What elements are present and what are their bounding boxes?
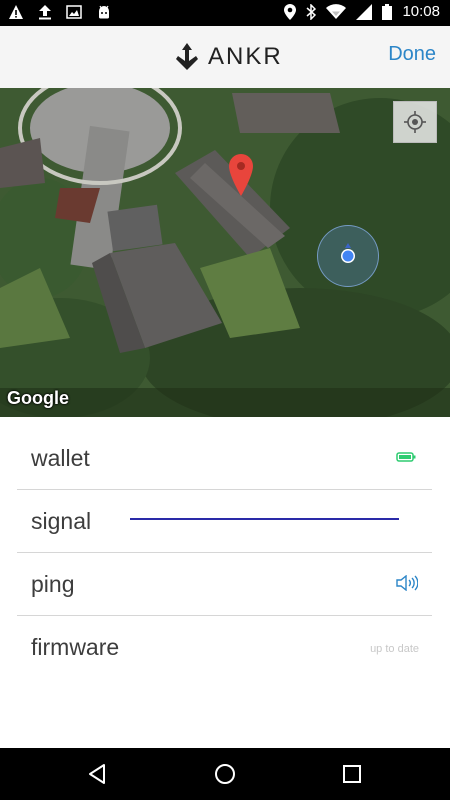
- navigation-bar: [0, 748, 450, 800]
- signal-icon: [356, 3, 373, 20]
- bluetooth-icon: [306, 3, 317, 20]
- warning-icon: [9, 5, 23, 19]
- speaker-icon[interactable]: [396, 575, 418, 591]
- back-icon[interactable]: [86, 762, 110, 786]
- home-icon[interactable]: [213, 762, 237, 786]
- android-icon: [99, 5, 109, 19]
- satellite-map[interactable]: Google: [0, 88, 450, 417]
- ping-label: ping: [31, 571, 75, 597]
- upload-icon: [39, 5, 51, 20]
- status-bar: 10:08: [0, 0, 450, 26]
- brand-name: ANKR: [208, 43, 283, 70]
- wallet-label: wallet: [31, 445, 90, 471]
- image-icon: [66, 5, 82, 19]
- wifi-icon: [326, 3, 347, 19]
- firmware-status: up to date: [370, 643, 419, 655]
- done-button[interactable]: Done: [388, 43, 436, 66]
- firmware-label: firmware: [31, 634, 120, 660]
- map-imagery: [0, 88, 450, 417]
- wallet-row[interactable]: wallet: [17, 427, 432, 490]
- status-time: 10:08: [402, 3, 440, 20]
- app-header: ANKR Done: [0, 26, 450, 88]
- ping-row[interactable]: ping: [17, 553, 432, 616]
- my-location-button[interactable]: [393, 101, 437, 143]
- battery-icon: [396, 452, 416, 462]
- ankr-logo-icon: [176, 43, 198, 70]
- firmware-row[interactable]: firmware up to date: [17, 616, 432, 678]
- status-left-icons: [8, 4, 112, 20]
- current-location-marker: [317, 225, 379, 287]
- google-attribution[interactable]: Google: [7, 388, 69, 409]
- signal-label: signal: [31, 508, 92, 534]
- signal-strength-line: [130, 518, 399, 520]
- recent-apps-icon[interactable]: [340, 762, 364, 786]
- location-direction-icon: [341, 243, 355, 263]
- map-pin-icon[interactable]: [228, 154, 254, 196]
- brand: ANKR: [174, 42, 283, 72]
- status-right-icons: 10:08: [284, 3, 440, 20]
- signal-row[interactable]: signal: [17, 490, 432, 553]
- battery-icon: [382, 3, 393, 20]
- location-icon: [284, 3, 297, 20]
- crosshair-icon: [404, 111, 426, 133]
